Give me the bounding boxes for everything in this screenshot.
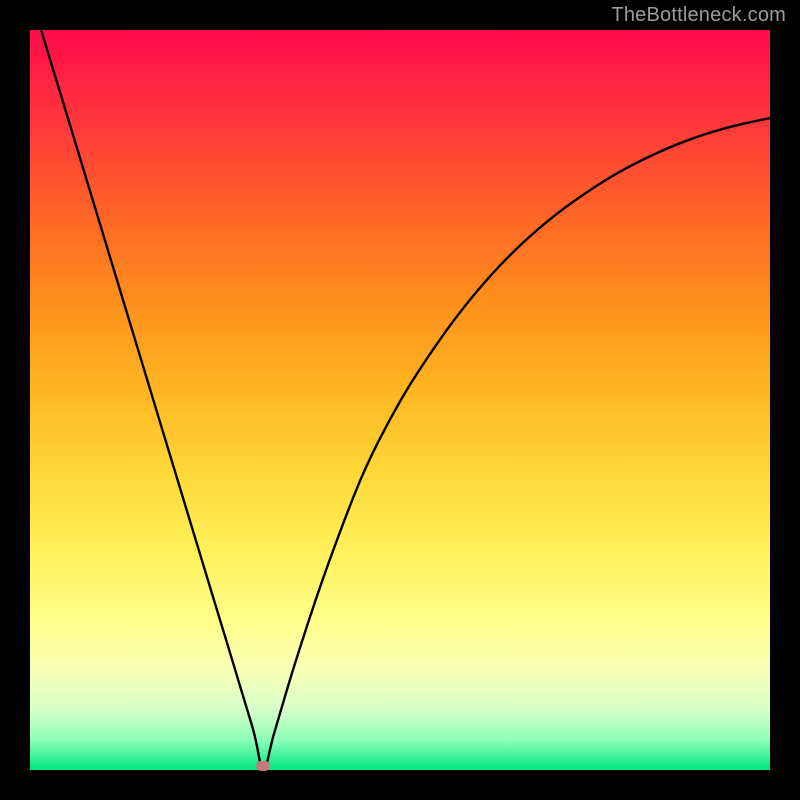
plot-area: [30, 30, 770, 770]
minimum-marker: [256, 761, 270, 771]
watermark-text: TheBottleneck.com: [611, 4, 786, 27]
bottleneck-curve: [30, 30, 770, 770]
chart-frame: TheBottleneck.com: [0, 0, 800, 800]
